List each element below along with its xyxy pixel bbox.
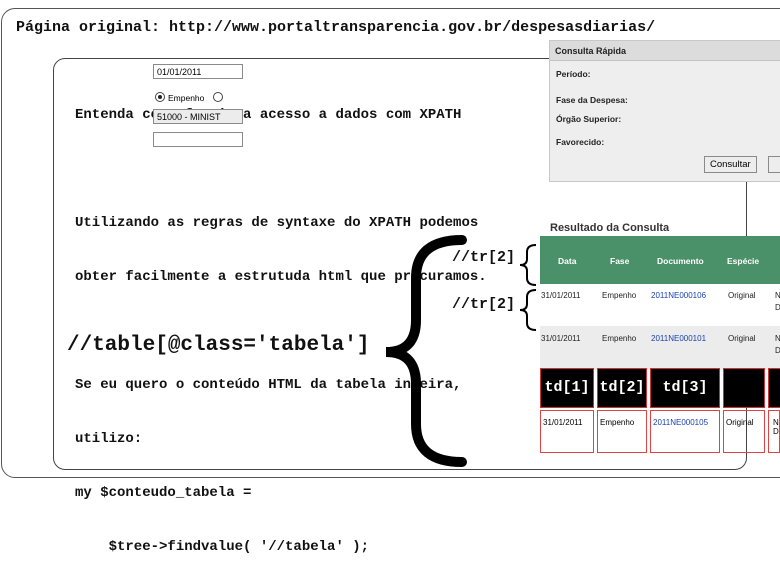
- cell-fase: Empenho: [602, 334, 637, 343]
- cell-documento-link[interactable]: 2011NE000106: [651, 291, 706, 300]
- table-row: [540, 326, 780, 370]
- fase-radio-label: Empenho: [168, 93, 205, 103]
- favorecido-label: Favorecido:: [556, 137, 605, 147]
- radio-selected-icon[interactable]: [155, 92, 165, 102]
- explanation-line: my $conteudo_tabela =: [75, 485, 252, 501]
- cell-documento-link[interactable]: 2011NE000101: [651, 334, 706, 343]
- cell-data: 31/01/2011: [540, 410, 594, 453]
- cell-extra: D: [775, 303, 780, 312]
- cell-data: 31/01/2011: [541, 334, 581, 343]
- column-header-data: Data: [558, 256, 577, 266]
- quick-search-title: Consulta Rápida: [550, 41, 780, 61]
- cell-data: 31/01/2011: [541, 291, 581, 300]
- cell-extra-line: N: [773, 418, 779, 427]
- periodo-input[interactable]: 01/01/2011: [153, 64, 243, 79]
- column-header-documento: Documento: [657, 256, 704, 266]
- cell-especie: Original: [723, 410, 765, 453]
- favorecido-input[interactable]: [153, 132, 243, 147]
- radio-unselected-icon[interactable]: [212, 92, 223, 102]
- periodo-label: Período:: [556, 69, 591, 79]
- td-label-box: td[2]: [597, 368, 647, 408]
- cell-fase: Empenho: [602, 291, 637, 300]
- cell-extra-line: D: [773, 427, 779, 436]
- column-header-especie: Espécie: [727, 256, 760, 266]
- small-brace-icon: [519, 244, 537, 286]
- cell-especie: Original: [728, 291, 756, 300]
- cell-extra: N: [775, 291, 780, 300]
- big-brace-icon: [385, 235, 467, 467]
- column-header-fase: Fase: [610, 256, 630, 266]
- orgao-label: Órgão Superior:: [556, 114, 622, 124]
- cell-especie: Original: [728, 334, 756, 343]
- orgao-select[interactable]: 51000 - MINIST: [153, 109, 243, 124]
- secondary-button[interactable]: [768, 156, 780, 173]
- td-label-box: td[3]: [650, 368, 720, 408]
- fase-radio-group[interactable]: Empenho: [155, 92, 226, 103]
- td-label-box: [723, 368, 765, 408]
- td-label-box: [768, 368, 780, 408]
- explanation-line: $tree->findvalue( '//tabela' );: [75, 539, 370, 555]
- cell-fase: Empenho: [597, 410, 647, 453]
- td-label-box: td[1]: [540, 368, 594, 408]
- fase-label: Fase da Despesa:: [556, 95, 628, 105]
- cell-extra: N: [775, 334, 780, 343]
- cell-extra: D: [775, 346, 780, 355]
- result-title: Resultado da Consulta: [550, 222, 670, 234]
- cell-documento-link[interactable]: 2011NE000105: [650, 410, 720, 453]
- small-brace-icon: [519, 289, 537, 331]
- cell-extra: N D: [768, 410, 780, 453]
- consultar-button[interactable]: Consultar: [704, 156, 757, 173]
